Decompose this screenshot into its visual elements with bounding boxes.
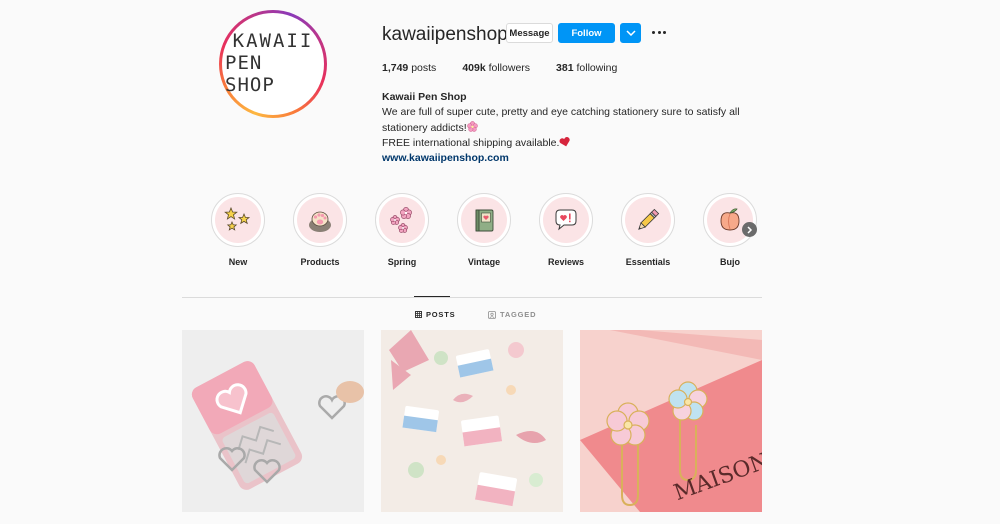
profile-stats: 1,749 posts 409k followers 381 following xyxy=(382,62,643,74)
highlight-label: Products xyxy=(300,257,340,267)
bio-line-2: stationery addicts! xyxy=(382,121,467,134)
dot-icon xyxy=(652,30,655,34)
chevron-down-icon xyxy=(625,30,636,36)
logo-line-2: PEN SHOP xyxy=(225,52,275,96)
highlights-next-button[interactable] xyxy=(742,222,757,237)
bio-name: Kawaii Pen Shop xyxy=(382,91,467,103)
blossom-icon xyxy=(390,207,412,233)
cherry-blossom-icon xyxy=(466,120,478,132)
heart-icon xyxy=(559,136,571,147)
tab-posts-label: POSTS xyxy=(426,310,456,319)
following-count: 381 xyxy=(556,62,574,74)
chevron-right-icon xyxy=(747,225,753,234)
message-button[interactable]: Message xyxy=(506,23,553,43)
shop-logo: KAWAII PEN SHOP xyxy=(222,13,324,115)
tab-posts[interactable]: POSTS xyxy=(415,310,455,319)
highlight-spring[interactable]: Spring xyxy=(372,193,432,267)
bio-line-2-wrap: stationery addicts! xyxy=(382,120,752,136)
heart-clips-photo xyxy=(182,330,364,512)
sakura-erasers-photo xyxy=(381,330,563,512)
bio-website-link[interactable]: www.kawaiipenshop.com xyxy=(382,152,509,164)
tabs-divider xyxy=(182,297,762,298)
stars-icon xyxy=(224,206,251,231)
followers-stat-label: followers xyxy=(488,62,531,74)
post-thumbnail[interactable] xyxy=(182,330,364,512)
bio-line-3-wrap: FREE international shipping available. xyxy=(382,136,752,151)
more-options-icon[interactable] xyxy=(652,26,666,38)
highlight-label: Vintage xyxy=(467,257,501,267)
highlight-label: Reviews xyxy=(547,257,585,267)
highlight-cover xyxy=(211,193,265,247)
highlight-cover xyxy=(293,193,347,247)
highlight-vintage[interactable]: Vintage xyxy=(454,193,514,267)
peach-icon xyxy=(720,208,740,231)
grid-icon xyxy=(415,311,422,318)
highlight-label: New xyxy=(228,257,248,267)
highlight-cover xyxy=(703,193,757,247)
tab-tagged[interactable]: TAGGED xyxy=(488,310,536,319)
profile-username: kawaiipenshop xyxy=(382,24,508,45)
highlight-cover xyxy=(457,193,511,247)
followers-stat[interactable]: 409k followers xyxy=(462,62,530,74)
speech-heart-icon xyxy=(555,209,577,231)
tag-user-icon xyxy=(488,310,496,319)
bio-line-1: We are full of super cute, pretty and ey… xyxy=(382,106,740,119)
follow-button[interactable]: Follow xyxy=(558,23,615,43)
pencil-icon xyxy=(638,208,660,230)
paw-icon xyxy=(309,211,331,232)
followers-count: 409k xyxy=(462,62,486,74)
profile-avatar[interactable]: KAWAII PEN SHOP xyxy=(219,10,327,118)
highlight-label: Spring xyxy=(387,257,417,267)
flower-clips-photo: MAISON xyxy=(580,330,762,512)
post-thumbnail[interactable] xyxy=(381,330,563,512)
logo-line-1: KAWAII xyxy=(232,30,314,53)
posts-count: 1,749 xyxy=(382,62,409,74)
dot-icon xyxy=(657,30,661,34)
active-tab-indicator xyxy=(414,296,450,297)
highlight-reviews[interactable]: Reviews xyxy=(536,193,596,267)
book-icon xyxy=(475,209,494,232)
post-thumbnail[interactable]: MAISON xyxy=(580,330,762,512)
bio-line-3: FREE international shipping available. xyxy=(382,136,560,149)
following-stat-label: following xyxy=(576,62,618,74)
tab-tagged-label: TAGGED xyxy=(500,310,537,319)
highlight-label: Bujo xyxy=(720,257,740,267)
profile-bio: Kawaii Pen Shop We are full of super cut… xyxy=(382,90,752,166)
highlight-new[interactable]: New xyxy=(208,193,268,267)
highlight-cover xyxy=(539,193,593,247)
suggested-dropdown-button[interactable] xyxy=(620,23,641,43)
following-stat[interactable]: 381 following xyxy=(556,62,617,74)
highlight-label: Essentials xyxy=(625,257,671,267)
highlight-cover xyxy=(375,193,429,247)
posts-stat: 1,749 posts xyxy=(382,62,436,74)
posts-stat-label: posts xyxy=(411,62,437,74)
dot-icon xyxy=(663,30,666,34)
highlight-essentials[interactable]: Essentials xyxy=(618,193,678,267)
highlight-products[interactable]: Products xyxy=(290,193,350,267)
highlight-cover xyxy=(621,193,675,247)
